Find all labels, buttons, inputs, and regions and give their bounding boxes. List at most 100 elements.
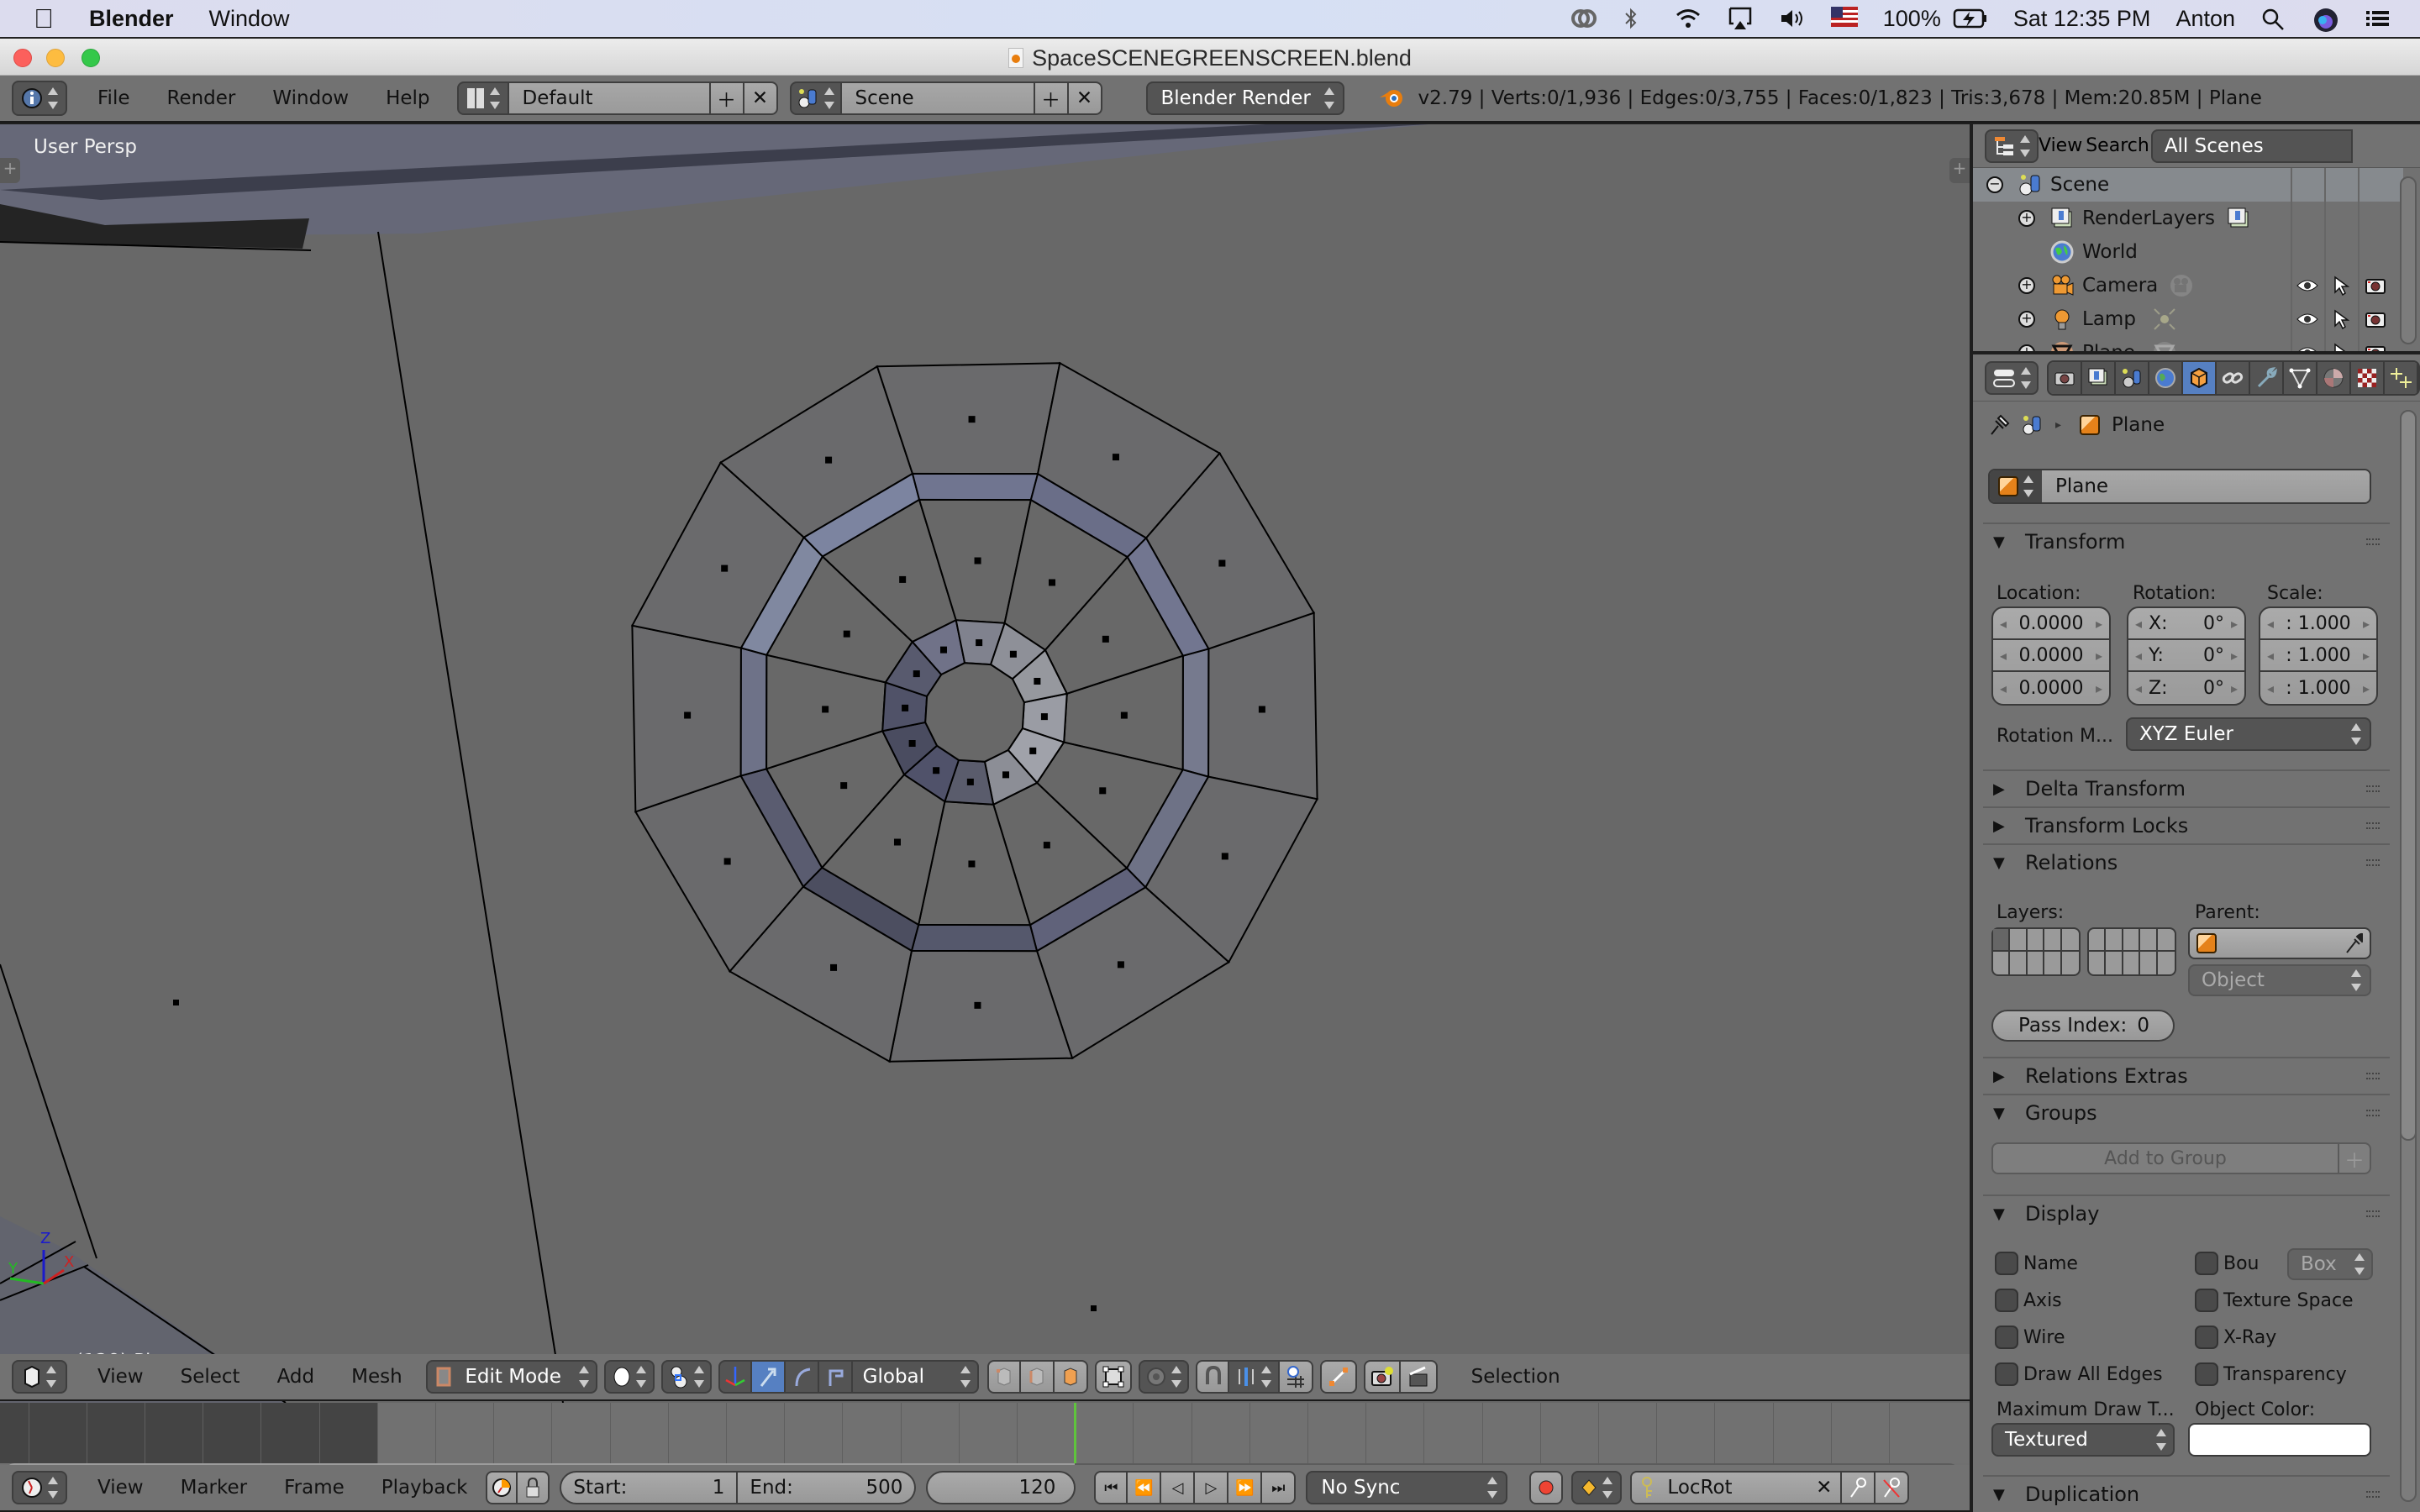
- panel-header-transform[interactable]: ▼ Transform: [1983, 522, 2390, 559]
- add-layout-button[interactable]: ＋: [710, 81, 744, 115]
- current-frame-cursor[interactable]: [1074, 1403, 1077, 1463]
- checkbox-right-0[interactable]: [2195, 1252, 2218, 1275]
- editor-type-timeline-button[interactable]: [12, 1471, 67, 1504]
- panel-drag-grip-icon[interactable]: [2366, 538, 2380, 545]
- object-tab[interactable]: [2183, 361, 2217, 394]
- play-button[interactable]: ▷: [1195, 1471, 1229, 1504]
- panel-drag-grip-icon[interactable]: [2366, 785, 2380, 792]
- wifi-icon[interactable]: [1675, 7, 1702, 30]
- jump-to-end-button[interactable]: ⏭: [1262, 1471, 1297, 1504]
- particles-tab[interactable]: [2385, 361, 2418, 394]
- notification-center-icon[interactable]: [2365, 7, 2391, 30]
- opengl-render-animation-button[interactable]: [1400, 1360, 1438, 1394]
- material-tab[interactable]: [2317, 361, 2351, 394]
- opengl-render-image-button[interactable]: [1363, 1360, 1401, 1394]
- selected-mesh-plane[interactable]: [630, 361, 1319, 1063]
- panel-drag-grip-icon[interactable]: [2366, 859, 2380, 866]
- transform-orientation-dropdown[interactable]: Global: [852, 1360, 979, 1394]
- pin-icon[interactable]: [1988, 414, 2010, 436]
- panel-header-duplication[interactable]: ▼ Duplication: [1983, 1475, 2390, 1512]
- delete-keyframe-button[interactable]: [1876, 1471, 1910, 1504]
- scale-x-field[interactable]: : 1.000: [2260, 608, 2376, 640]
- parent-type-dropdown[interactable]: Object: [2188, 964, 2371, 996]
- renderable-camera-icon[interactable]: [2365, 276, 2386, 301]
- translate-manipulator-button[interactable]: [751, 1360, 786, 1394]
- jump-to-start-button[interactable]: ⏮: [1094, 1471, 1128, 1504]
- properties-region-toggle-button[interactable]: +: [1949, 158, 1970, 183]
- toolshelf-toggle-button[interactable]: +: [0, 158, 20, 183]
- outliner-menu-search[interactable]: Search: [2082, 135, 2149, 156]
- editor-type-info-button[interactable]: [12, 81, 67, 116]
- menu-file[interactable]: File: [79, 87, 149, 109]
- snap-toggle-button[interactable]: [1195, 1360, 1229, 1394]
- battery-charging-icon[interactable]: [1953, 7, 1988, 30]
- panel-drag-grip-icon[interactable]: [2366, 822, 2380, 829]
- camera-data-icon[interactable]: [2170, 274, 2193, 302]
- jump-to-next-keyframe-button[interactable]: ⏩: [1228, 1471, 1263, 1504]
- screen-layout-icon-button[interactable]: [456, 81, 509, 115]
- sync-mode-dropdown[interactable]: No Sync: [1306, 1471, 1508, 1504]
- pivot-point-dropdown[interactable]: [660, 1360, 712, 1394]
- outliner-item-renderlayers[interactable]: + RenderLayers: [1973, 202, 2403, 235]
- panel-header-groups[interactable]: ▼ Groups: [1983, 1094, 2390, 1131]
- limit-selection-visible-button[interactable]: [1094, 1360, 1132, 1394]
- apple-menu-icon[interactable]: : [34, 4, 59, 33]
- checkbox-right-1[interactable]: [2195, 1289, 2218, 1312]
- snap-element-dropdown[interactable]: [1228, 1360, 1280, 1394]
- renderable-camera-icon[interactable]: [2365, 343, 2386, 351]
- start-frame-field[interactable]: Start: 1: [560, 1471, 739, 1504]
- render-engine-dropdown[interactable]: Blender Render: [1145, 81, 1344, 115]
- proportional-editing-dropdown[interactable]: [1138, 1360, 1189, 1394]
- panel-drag-grip-icon[interactable]: [2366, 1073, 2380, 1079]
- location-z-field[interactable]: 0.0000: [1993, 672, 2109, 704]
- expand-icon[interactable]: +: [2018, 344, 2035, 351]
- panel-header-transform-locks[interactable]: ▶ Transform Locks: [1983, 806, 2390, 843]
- modifiers-tab[interactable]: [2250, 361, 2284, 394]
- 3d-viewport[interactable]: User Persp + + Z Y X (120) Plane: [0, 124, 1970, 1403]
- clock[interactable]: Sat 12:35 PM: [2013, 6, 2151, 32]
- outliner-item-label[interactable]: Scene: [2050, 174, 2109, 196]
- outliner-item-world[interactable]: World: [1973, 235, 2403, 269]
- viewport-scene[interactable]: [0, 124, 1970, 1403]
- bounds-type-dropdown[interactable]: Box: [2287, 1248, 2373, 1280]
- siri-icon[interactable]: [2312, 7, 2339, 32]
- add-to-group-button[interactable]: Add to Group: [1993, 1144, 2338, 1173]
- snap-target-button[interactable]: [1279, 1360, 1313, 1394]
- selectable-cursor-icon[interactable]: [2333, 343, 2349, 351]
- outliner-editor[interactable]: View Search All Scenes − Scene + RenderLaye…: [1973, 124, 2420, 351]
- editor-type-outliner-button[interactable]: [1985, 129, 2039, 163]
- outliner-item-label[interactable]: Plane: [2082, 342, 2135, 351]
- world-tab[interactable]: [2149, 361, 2183, 394]
- checkbox-left-2[interactable]: [1995, 1326, 2018, 1349]
- rotation-y-field[interactable]: Y: 0°: [2128, 640, 2244, 672]
- timeline-menu-playback[interactable]: Playback: [363, 1477, 487, 1499]
- screen-layout-field[interactable]: Default: [508, 81, 711, 115]
- scene-field[interactable]: Scene: [841, 81, 1035, 115]
- location-y-field[interactable]: 0.0000: [1993, 640, 2109, 672]
- max-draw-type-dropdown[interactable]: Textured: [1991, 1423, 2175, 1457]
- jump-to-previous-keyframe-button[interactable]: ⏪: [1128, 1471, 1162, 1504]
- scale-manipulator-button[interactable]: [818, 1360, 853, 1394]
- preview-range-toggle-button[interactable]: [486, 1471, 518, 1504]
- active-keying-set-field[interactable]: LocRot ✕: [1630, 1471, 1843, 1504]
- panel-header-relations-extras[interactable]: ▶ Relations Extras: [1983, 1057, 2390, 1094]
- checkbox-right-3[interactable]: [2195, 1362, 2218, 1386]
- lock-time-cursor-button[interactable]: [518, 1471, 550, 1504]
- add-scene-button[interactable]: ＋: [1034, 81, 1069, 115]
- rotation-mode-dropdown[interactable]: XYZ Euler: [2126, 717, 2371, 751]
- volume-icon[interactable]: [1779, 7, 1806, 30]
- outliner-item-label[interactable]: Camera: [2082, 275, 2158, 297]
- render-layers-tab[interactable]: [2082, 361, 2116, 394]
- outliner-item-label[interactable]: RenderLayers: [2082, 207, 2215, 229]
- insert-keyframe-button[interactable]: [1842, 1471, 1876, 1504]
- render-tab[interactable]: [2049, 361, 2082, 394]
- editor-type-properties-button[interactable]: [1985, 360, 2039, 395]
- outliner-item-camera[interactable]: + Camera: [1973, 269, 2403, 302]
- eyedropper-icon[interactable]: [2344, 932, 2363, 954]
- app-menu[interactable]: Blender: [89, 6, 174, 32]
- scale-y-field[interactable]: : 1.000: [2260, 640, 2376, 672]
- panel-drag-grip-icon[interactable]: [2366, 1491, 2380, 1498]
- outliner-item-plane[interactable]: + Plane: [1973, 336, 2403, 351]
- collapse-icon[interactable]: −: [1986, 176, 2003, 193]
- timeline-menu-marker[interactable]: Marker: [162, 1477, 266, 1499]
